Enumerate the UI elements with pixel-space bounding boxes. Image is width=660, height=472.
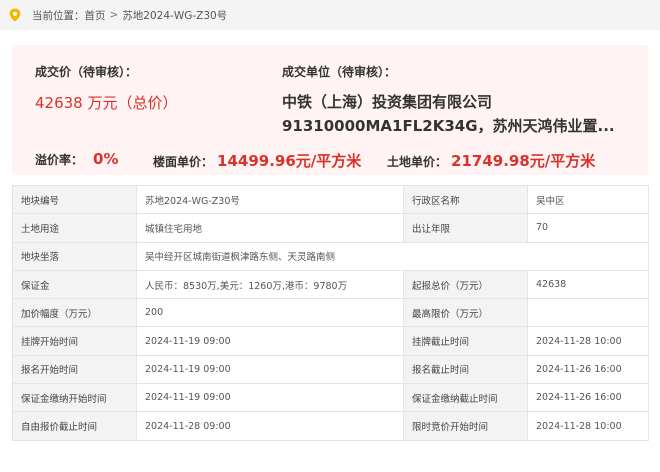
table-row: 地块坐落 吴中经开区城南街道枫津路东侧、天灵路南侧 — [12, 241, 649, 271]
detail-key: 起报总价（万元） — [403, 269, 528, 300]
detail-key: 保证金缴纳截止时间 — [403, 383, 528, 413]
detail-value: 42638 — [527, 269, 649, 300]
detail-value: 2024-11-28 10:00 — [527, 411, 649, 441]
detail-value: 2024-11-26 16:00 — [527, 354, 649, 385]
detail-key: 报名截止时间 — [403, 354, 528, 385]
table-row: 土地用途 城镇住宅用地 出让年限 70 — [12, 213, 649, 243]
detail-key: 最高限价（万元） — [403, 298, 528, 328]
detail-key: 地块编号 — [12, 184, 137, 215]
detail-value: 2024-11-28 10:00 — [527, 326, 649, 356]
deal-unit-line1: 中铁（上海）投资集团有限公司 — [282, 93, 493, 111]
land-unit-price-value: 21749.98元/平方米 — [451, 152, 596, 170]
breadcrumb-home-link[interactable]: 首页 — [85, 8, 106, 23]
deal-unit-value: 中铁（上海）投资集团有限公司 91310000MA1FL2K34G，苏州天鸿伟业… — [282, 90, 638, 138]
land-detail-table: 地块编号 苏地2024-WG-Z30号 行政区名称 吴中区 土地用途 城镇住宅用… — [12, 184, 649, 441]
land-unit-price-label: 土地单价： — [387, 155, 448, 169]
detail-value: 2024-11-19 09:00 — [136, 354, 404, 385]
table-row: 加价幅度（万元） 200 最高限价（万元） — [12, 298, 649, 328]
detail-key: 加价幅度（万元） — [12, 298, 137, 328]
detail-key: 自由报价截止时间 — [12, 411, 137, 441]
detail-key: 土地用途 — [12, 213, 137, 243]
detail-key: 保证金 — [12, 269, 137, 300]
breadcrumb-current: 苏地2024-WG-Z30号 — [122, 9, 228, 22]
breadcrumb-prefix: 当前位置： — [32, 9, 85, 22]
detail-value: 70 — [527, 213, 649, 243]
premium-rate-label: 溢价率： — [35, 153, 84, 167]
detail-value: 2024-11-28 09:00 — [136, 411, 404, 441]
detail-key: 挂牌截止时间 — [403, 326, 528, 356]
table-row: 自由报价截止时间 2024-11-28 09:00 限时竞价开始时间 2024-… — [12, 411, 649, 441]
deal-price-value: 42638 万元（总价） — [35, 94, 178, 112]
table-row: 保证金缴纳开始时间 2024-11-19 09:00 保证金缴纳截止时间 202… — [12, 383, 649, 413]
location-pin-icon — [9, 8, 21, 22]
detail-value: 2024-11-19 09:00 — [136, 326, 404, 356]
detail-key: 地块坐落 — [12, 241, 137, 271]
land-unit-price: 土地单价： 21749.98元/平方米 — [387, 150, 595, 171]
detail-key: 挂牌开始时间 — [12, 326, 137, 356]
detail-key: 限时竞价开始时间 — [403, 411, 528, 441]
detail-key: 出让年限 — [403, 213, 528, 243]
deal-unit-label: 成交单位（待审核）： — [282, 65, 397, 79]
detail-value: 人民币：8530万,美元：1260万,港币：9780万 — [136, 269, 404, 300]
floor-unit-price-label: 楼面单价： — [153, 155, 214, 169]
table-row: 地块编号 苏地2024-WG-Z30号 行政区名称 吴中区 — [12, 184, 649, 215]
deal-unit-line2: 91310000MA1FL2K34G，苏州天鸿伟业置... — [282, 117, 615, 135]
detail-key: 保证金缴纳开始时间 — [12, 383, 137, 413]
detail-key: 行政区名称 — [403, 184, 528, 215]
detail-value: 2024-11-26 16:00 — [527, 383, 649, 413]
detail-value — [527, 298, 649, 328]
breadcrumb: 当前位置： 首页 > 苏地2024-WG-Z30号 — [0, 0, 660, 30]
floor-unit-price-value: 14499.96元/平方米 — [217, 152, 362, 170]
detail-value: 200 — [136, 298, 404, 328]
premium-rate-value: 0% — [93, 150, 119, 168]
table-row: 挂牌开始时间 2024-11-19 09:00 挂牌截止时间 2024-11-2… — [12, 326, 649, 356]
detail-value: 吴中区 — [527, 184, 649, 215]
table-row: 保证金 人民币：8530万,美元：1260万,港币：9780万 起报总价（万元）… — [12, 269, 649, 300]
detail-value: 苏地2024-WG-Z30号 — [136, 184, 404, 215]
table-row: 报名开始时间 2024-11-19 09:00 报名截止时间 2024-11-2… — [12, 354, 649, 385]
floor-unit-price: 楼面单价： 14499.96元/平方米 — [153, 150, 361, 171]
deal-price-label: 成交价（待审核）： — [35, 65, 138, 79]
detail-value: 城镇住宅用地 — [136, 213, 404, 243]
detail-value: 2024-11-19 09:00 — [136, 383, 404, 413]
premium-rate: 溢价率： 0% — [35, 150, 118, 168]
breadcrumb-separator: > — [109, 9, 119, 21]
detail-key: 报名开始时间 — [12, 354, 137, 385]
deal-summary-panel: 成交价（待审核）： 42638 万元（总价） 成交单位（待审核）： 中铁（上海）… — [12, 45, 648, 175]
detail-value: 吴中经开区城南街道枫津路东侧、天灵路南侧 — [136, 241, 649, 271]
